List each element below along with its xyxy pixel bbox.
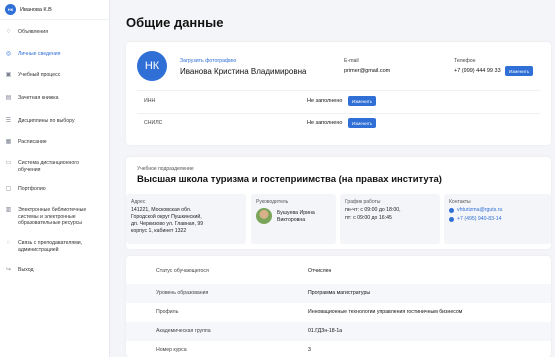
- inn-value: Не заполнено: [307, 98, 343, 104]
- unit-card: Учебное подразделение Высшая школа туриз…: [126, 157, 551, 249]
- detail-value: Программа магистратуры: [308, 290, 371, 296]
- address-line: 141221, Московская обл.: [131, 207, 192, 213]
- sidebar-item-study[interactable]: ▣ Учебный процесс: [0, 72, 110, 79]
- chat-icon: ◌: [6, 240, 11, 247]
- sidebar-item-announcements[interactable]: ♢ Объявления: [0, 29, 110, 36]
- phone-icon: [449, 216, 454, 222]
- profile-card: НК Загрузить фотографию Иванова Кристина…: [126, 42, 551, 145]
- sidebar-item-label: Система дистанционного обучения: [18, 160, 79, 173]
- detail-label: Уровень образования: [156, 290, 209, 296]
- list-icon: ☰: [5, 118, 12, 125]
- head-photo: [256, 208, 272, 224]
- email-label: E-mail: [344, 58, 359, 64]
- address-line: корпус 1, кабинет 1322: [131, 228, 187, 234]
- detail-value: Отчислен: [308, 268, 332, 274]
- user-name: Иванова К.В: [20, 6, 52, 13]
- detail-label: Статус обучающегося: [156, 268, 209, 274]
- unit-caption: Учебное подразделение: [137, 166, 194, 172]
- detail-label: Академическая группа: [156, 328, 211, 334]
- avatar: НК: [5, 4, 16, 15]
- address-box: Адрес 141221, Московская обл. Городской …: [126, 194, 246, 244]
- sidebar-item-contact[interactable]: ◌ Связь с преподавателями, администрацие…: [0, 240, 104, 253]
- sidebar: НК Иванова К.В ♢ Объявления ◎ Личные све…: [0, 0, 110, 357]
- sidebar-item-label: Расписание: [18, 139, 47, 145]
- address-label: Адрес: [131, 199, 146, 205]
- snils-label: СНИЛС: [144, 120, 163, 126]
- sidebar-item-label: Дисциплины по выбору: [18, 118, 75, 124]
- detail-row: Профиль Инновационные технологии управле…: [126, 303, 551, 322]
- detail-row: Номер курса 3: [126, 341, 551, 357]
- logout-icon: ↪: [5, 267, 12, 274]
- address-line: Городской округ Пушкинский,: [131, 214, 202, 220]
- sidebar-item-label: Портфолио: [18, 186, 46, 192]
- graduation-cap-icon: ▣: [5, 72, 12, 79]
- detail-row: Уровень образования Программа магистрату…: [126, 284, 551, 303]
- detail-value: Инновационные технологии управления гост…: [308, 309, 463, 315]
- sidebar-item-libraries[interactable]: ▥ Электронные библиотечные системы и эле…: [0, 207, 104, 227]
- sidebar-user[interactable]: НК Иванова К.В: [0, 0, 109, 20]
- divider: [137, 113, 540, 114]
- briefcase-icon: ▢: [5, 186, 12, 193]
- head-label: Руководитель: [256, 199, 289, 205]
- contact-email-link[interactable]: vhturizma@rguts.ru: [449, 207, 502, 213]
- head-name-line: Викторовна: [277, 217, 306, 223]
- sidebar-item-schedule[interactable]: ▦ Расписание: [0, 139, 110, 146]
- sidebar-item-label: Личные сведения: [18, 51, 61, 57]
- schedule-label: График работы: [345, 199, 381, 205]
- sidebar-item-label: Связь с преподавателями, администрацией: [18, 240, 83, 253]
- detail-row: Академическая группа 01.ГДЗн-18-1а: [126, 322, 551, 341]
- head-name-line: Бушуева Ирина: [277, 210, 315, 216]
- contact-phone-link[interactable]: +7 (495) 940-83-14: [449, 216, 502, 222]
- schedule-box: График работы пн-чт: с 09:00 до 18:00, п…: [340, 194, 440, 244]
- detail-label: Профиль: [156, 309, 179, 315]
- sidebar-item-electives[interactable]: ☰ Дисциплины по выбору: [0, 118, 110, 125]
- inn-label: ИНН: [144, 98, 156, 104]
- sidebar-item-label: Электронные библиотечные системы и элект…: [18, 207, 87, 226]
- sidebar-item-gradebook[interactable]: ▤ Зачетная книжка: [0, 95, 110, 102]
- snils-change-button[interactable]: Изменить: [348, 118, 376, 128]
- detail-value: 01.ГДЗн-18-1а: [308, 328, 343, 334]
- profile-avatar: НК: [137, 51, 167, 81]
- contacts-box: Контакты vhturizma@rguts.ru +7 (495) 940…: [444, 194, 551, 244]
- schedule-line: пн-чт: с 09:00 до 18:00,: [345, 207, 401, 213]
- sidebar-item-label: Выход: [18, 267, 34, 273]
- bell-icon: ♢: [5, 29, 12, 36]
- user-icon: ◎: [5, 51, 12, 58]
- unit-name: Высшая школа туризма и гостеприимства (н…: [137, 174, 442, 185]
- sidebar-item-label: Зачетная книжка: [18, 95, 59, 101]
- inn-change-button[interactable]: Изменить: [348, 96, 376, 106]
- detail-value: 3: [308, 347, 311, 353]
- sidebar-item-distance-learning[interactable]: ▭ Система дистанционного обучения: [0, 160, 100, 173]
- address-line: дп. Черкизово ул. Главная, 99: [131, 221, 204, 227]
- contact-email: vhturizma@rguts.ru: [457, 207, 503, 213]
- head-box: Руководитель Бушуева Ирина Викторовна: [251, 194, 336, 244]
- contacts-label: Контакты: [449, 199, 471, 205]
- book-icon: ▤: [5, 95, 12, 102]
- detail-row: Статус обучающегося Отчислен: [126, 262, 551, 281]
- sidebar-item-label: Учебный процесс: [18, 72, 61, 78]
- full-name: Иванова Кристина Владимировна: [180, 67, 307, 76]
- main-content: Общие данные НК Загрузить фотографию Ива…: [110, 0, 555, 357]
- contact-phone: +7 (495) 940-83-14: [457, 216, 502, 222]
- sidebar-item-personal[interactable]: ◎ Личные сведения: [0, 51, 110, 58]
- snils-value: Не заполнено: [307, 120, 343, 126]
- upload-photo-link[interactable]: Загрузить фотографию: [180, 58, 236, 64]
- calendar-icon: ▦: [5, 139, 12, 146]
- page-title: Общие данные: [126, 15, 224, 30]
- email-value: primer@gmail.com: [344, 68, 391, 74]
- library-icon: ▥: [5, 207, 12, 214]
- phone-label: Телефон: [454, 58, 476, 64]
- detail-label: Номер курса: [156, 347, 187, 353]
- phone-value: +7 (999) 444 99 33: [454, 68, 501, 74]
- sidebar-item-logout[interactable]: ↪ Выход: [0, 267, 110, 274]
- monitor-icon: ▭: [5, 160, 12, 167]
- schedule-line: пт: с 09:00 до 16:45: [345, 215, 392, 221]
- phone-change-button[interactable]: Изменить: [505, 66, 533, 76]
- details-card: Статус обучающегося Отчислен Уровень обр…: [126, 256, 551, 357]
- email-icon: [449, 207, 454, 213]
- divider: [137, 90, 540, 91]
- sidebar-item-label: Объявления: [18, 29, 49, 35]
- sidebar-item-portfolio[interactable]: ▢ Портфолио: [0, 186, 110, 193]
